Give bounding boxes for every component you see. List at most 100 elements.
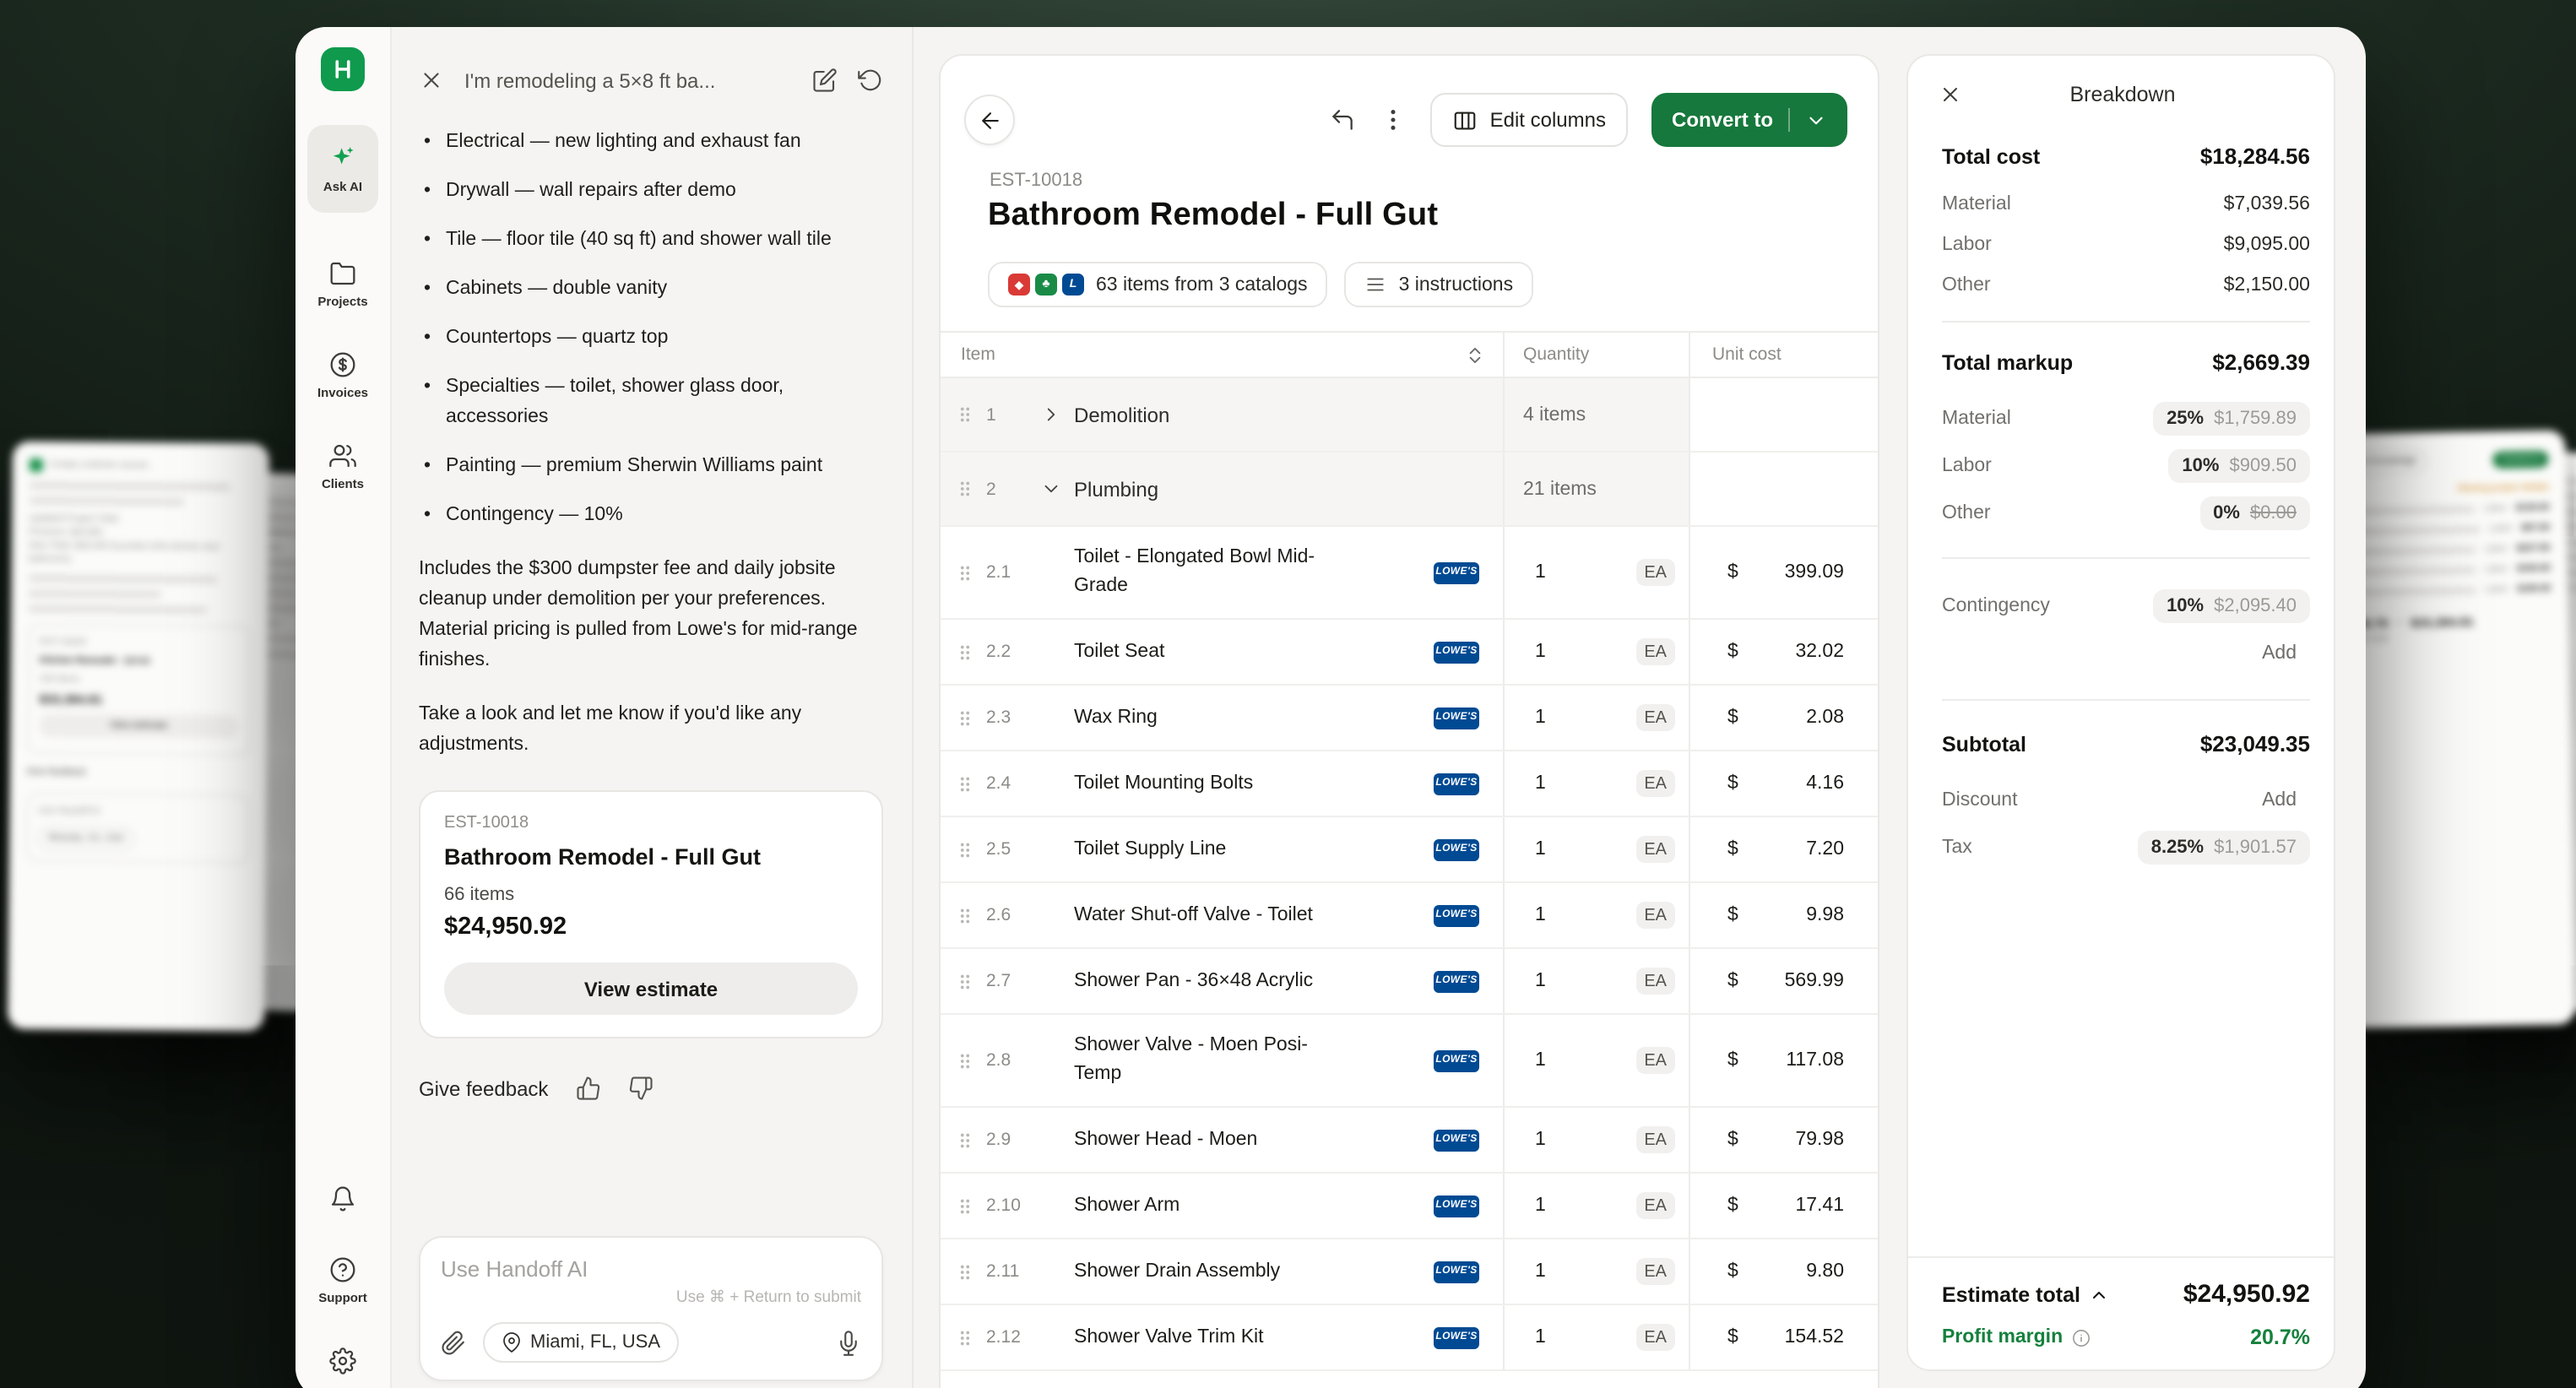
contingency-chip[interactable]: 10% $2,095.40 — [2153, 589, 2310, 623]
unit-cost-value[interactable]: 9.80 — [1806, 1261, 1844, 1282]
chat-input-box[interactable]: Use Handoff AI Use ⌘ + Return to submit … — [419, 1236, 883, 1381]
estimate-id: EST-10018 — [990, 171, 1878, 191]
mic-icon[interactable] — [836, 1330, 861, 1355]
edit-columns-button[interactable]: Edit columns — [1431, 93, 1628, 147]
notifications-button[interactable] — [329, 1185, 356, 1212]
vendor-badge-lowes: LOWE'S — [1434, 904, 1479, 926]
close-icon[interactable] — [419, 68, 444, 93]
drag-handle-icon[interactable] — [954, 838, 976, 860]
sidebar-item-support[interactable]: Support — [318, 1256, 367, 1305]
drag-handle-icon[interactable] — [954, 707, 976, 729]
table-row[interactable]: 2.3 Wax Ring LOWE'S 1 EA — [941, 686, 1878, 751]
markup-chip[interactable]: 25% $1,759.89 — [2153, 402, 2310, 436]
unit-cost-value[interactable]: 2.08 — [1806, 708, 1844, 728]
handoff-logo[interactable] — [321, 47, 365, 91]
table-row[interactable]: 2.11 Shower Drain Assembly LOWE'S 1 EA — [941, 1239, 1878, 1305]
table-group-row[interactable]: 1 Demolition 4 items — [941, 378, 1878, 453]
back-button[interactable] — [964, 95, 1015, 145]
drag-handle-icon[interactable] — [954, 1326, 976, 1348]
quantity-value[interactable]: 1 — [1535, 905, 1546, 925]
table-row[interactable]: 2.1 Toilet - Elongated Bowl Mid-Grade LO… — [941, 527, 1878, 620]
tax-chip[interactable]: 8.25% $1,901.57 — [2138, 831, 2310, 865]
undo-icon[interactable] — [1330, 106, 1357, 133]
location-pill[interactable]: Miami, FL, USA — [483, 1322, 679, 1363]
unit-cost-value[interactable]: 17.41 — [1795, 1196, 1844, 1216]
unit-cost-value[interactable]: 32.02 — [1795, 642, 1844, 662]
table-row[interactable]: 2.8 Shower Valve - Moen Posi-Temp LOWE'S… — [941, 1015, 1878, 1108]
drag-handle-icon[interactable] — [954, 1261, 976, 1282]
quantity-value[interactable]: 1 — [1535, 562, 1546, 583]
drag-handle-icon[interactable] — [954, 970, 976, 992]
table-row[interactable]: 2.9 Shower Head - Moen LOWE'S 1 EA — [941, 1108, 1878, 1174]
markup-chip[interactable]: 0% $0.00 — [2199, 496, 2310, 530]
quantity-value[interactable]: 1 — [1535, 1196, 1546, 1216]
unit-cost-value[interactable]: 117.08 — [1786, 1050, 1844, 1071]
attachment-icon[interactable] — [441, 1330, 466, 1355]
quantity-value[interactable]: 1 — [1535, 1130, 1546, 1150]
unit-cost-value[interactable]: 154.52 — [1785, 1327, 1844, 1347]
drag-handle-icon[interactable] — [954, 641, 976, 663]
convert-to-button[interactable]: Convert to — [1651, 93, 1847, 147]
column-quantity: Quantity — [1503, 333, 1689, 377]
info-icon[interactable] — [2071, 1328, 2090, 1347]
sidebar-item-ask-ai[interactable]: Ask AI — [307, 125, 378, 213]
table-row[interactable]: 2.4 Toilet Mounting Bolts LOWE'S 1 EA — [941, 751, 1878, 817]
drag-handle-icon[interactable] — [954, 478, 976, 500]
chevron-right-icon[interactable] — [1040, 404, 1064, 426]
quantity-value[interactable]: 1 — [1535, 1050, 1546, 1071]
table-row[interactable]: 2.7 Shower Pan - 36×48 Acrylic LOWE'S 1 … — [941, 949, 1878, 1015]
close-icon[interactable] — [1939, 83, 1962, 106]
unit-cost-value[interactable]: 4.16 — [1806, 773, 1844, 794]
vendor-badge-lowes: LOWE'S — [1434, 1261, 1479, 1282]
drag-handle-icon[interactable] — [954, 1195, 976, 1217]
view-estimate-button[interactable]: View estimate — [444, 962, 858, 1015]
unit-cost-value[interactable]: 399.09 — [1785, 562, 1844, 583]
table-row[interactable]: 2.6 Water Shut-off Valve - Toilet LOWE'S… — [941, 883, 1878, 949]
chat-input-placeholder[interactable]: Use Handoff AI — [441, 1256, 861, 1282]
settings-button[interactable] — [329, 1347, 356, 1374]
instructions-badge[interactable]: 3 instructions — [1345, 262, 1534, 307]
markup-chip[interactable]: 10% $909.50 — [2168, 449, 2310, 483]
table-group-row[interactable]: 2 Plumbing 21 items — [941, 453, 1878, 527]
quantity-value[interactable]: 1 — [1535, 773, 1546, 794]
unit-cost-value[interactable]: 79.98 — [1795, 1130, 1844, 1150]
chevron-down-icon[interactable] — [1040, 478, 1064, 500]
quantity-value[interactable]: 1 — [1535, 839, 1546, 859]
quantity-value[interactable]: 1 — [1535, 708, 1546, 728]
table-row[interactable]: 2.10 Shower Arm LOWE'S 1 EA — [941, 1174, 1878, 1239]
thumbs-down-button[interactable] — [627, 1076, 653, 1101]
quantity-value[interactable]: 1 — [1535, 971, 1546, 991]
add-discount-button[interactable]: Add — [2248, 783, 2310, 817]
drag-handle-icon[interactable] — [954, 773, 976, 794]
column-unit-cost: Unit cost — [1689, 333, 1878, 377]
unit-cost-value[interactable]: 7.20 — [1806, 839, 1844, 859]
drag-handle-icon[interactable] — [954, 1049, 976, 1071]
sidebar-item-clients[interactable]: Clients — [322, 442, 364, 491]
vendor-badge-lowes: LOWE'S — [1434, 707, 1479, 729]
estimate-total-toggle[interactable]: Estimate total — [1942, 1282, 2109, 1306]
collapse-all-icon[interactable] — [1464, 344, 1486, 366]
table-row[interactable]: 2.2 Toilet Seat LOWE'S 1 EA — [941, 620, 1878, 686]
unit-cost-value[interactable]: 9.98 — [1806, 905, 1844, 925]
thumbs-up-button[interactable] — [575, 1076, 600, 1101]
sidebar-item-projects[interactable]: Projects — [317, 260, 367, 309]
drag-handle-icon[interactable] — [954, 404, 976, 426]
history-icon[interactable] — [858, 68, 883, 93]
add-button[interactable]: Add — [2248, 637, 2310, 670]
compose-icon[interactable] — [812, 68, 838, 93]
drag-handle-icon[interactable] — [954, 561, 976, 583]
drag-handle-icon[interactable] — [954, 1129, 976, 1151]
chat-thread-title[interactable]: I'm remodeling a 5×8 ft ba... — [464, 68, 792, 92]
catalogs-badge[interactable]: ◆ ♣ L 63 items from 3 catalogs — [988, 262, 1328, 307]
drag-handle-icon[interactable] — [954, 904, 976, 926]
sidebar-item-invoices[interactable]: Invoices — [317, 351, 368, 400]
quantity-value[interactable]: 1 — [1535, 1261, 1546, 1282]
more-options-icon[interactable] — [1380, 106, 1407, 133]
divider — [1942, 557, 2310, 559]
currency-symbol: $ — [1727, 971, 1738, 991]
table-row[interactable]: 2.5 Toilet Supply Line LOWE'S 1 EA — [941, 817, 1878, 883]
table-row[interactable]: 2.12 Shower Valve Trim Kit LOWE'S 1 EA — [941, 1305, 1878, 1371]
quantity-value[interactable]: 1 — [1535, 642, 1546, 662]
quantity-value[interactable]: 1 — [1535, 1327, 1546, 1347]
unit-cost-value[interactable]: 569.99 — [1785, 971, 1844, 991]
